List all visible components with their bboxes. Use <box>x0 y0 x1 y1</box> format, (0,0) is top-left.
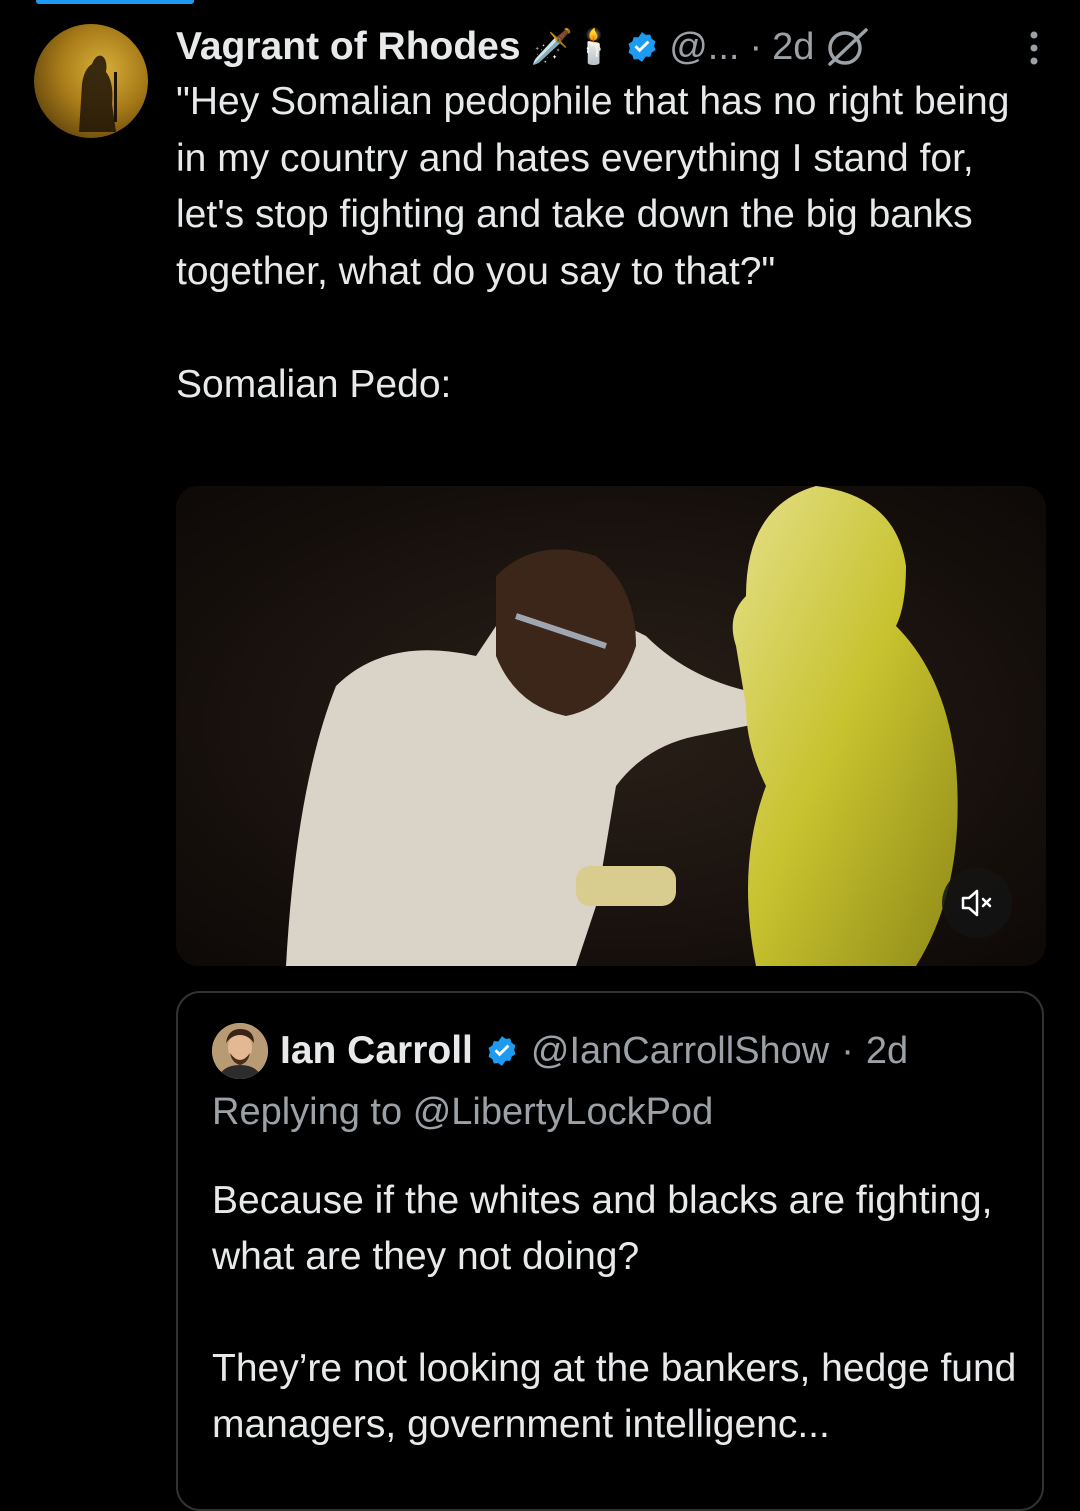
replying-prefix: Replying to <box>212 1091 403 1133</box>
quoted-tweet-time: 2d <box>865 1029 909 1072</box>
quoted-avatar-image <box>212 1023 268 1079</box>
replying-handle[interactable]: @LibertyLockPod <box>413 1091 714 1133</box>
more-icon[interactable] <box>1028 30 1040 66</box>
tweet-header: Vagrant of Rhodes 🗡️🕯️ @... · 2d <box>176 22 870 72</box>
grok-icon[interactable] <box>824 24 870 70</box>
quoted-author-name: Ian Carroll <box>280 1029 473 1072</box>
author-avatar[interactable] <box>34 24 148 138</box>
video-frame <box>176 486 1046 966</box>
top-tab-indicator <box>36 0 194 4</box>
tweet-video[interactable] <box>176 486 1046 966</box>
separator-dot: · <box>841 1029 854 1072</box>
separator-dot: · <box>749 25 763 68</box>
mute-button[interactable] <box>942 868 1012 938</box>
verified-badge-icon <box>628 32 656 62</box>
author-handle[interactable]: @... <box>669 26 739 69</box>
name-emojis: 🗡️🕯️ <box>530 28 616 66</box>
quoted-tweet[interactable]: Ian Carroll @IanCarrollShow · 2d Replyin… <box>176 991 1044 1511</box>
volume-mute-icon <box>961 889 992 917</box>
tweet-time[interactable]: 2d <box>772 26 814 69</box>
quoted-tweet-header: Ian Carroll @IanCarrollShow · 2d <box>212 1023 908 1079</box>
avatar-image <box>79 55 117 132</box>
verified-badge-icon <box>488 1036 516 1066</box>
replying-to: Replying to @LibertyLockPod <box>212 1091 713 1134</box>
tweet-text: "Hey Somalian pedophile that has no righ… <box>176 80 1010 406</box>
author-name[interactable]: Vagrant of Rhodes <box>176 25 521 69</box>
quoted-tweet-text: Because if the whites and blacks are fig… <box>212 1179 1017 1446</box>
quoted-author-avatar <box>212 1023 268 1079</box>
quoted-author-handle: @IanCarrollShow <box>530 1029 830 1072</box>
